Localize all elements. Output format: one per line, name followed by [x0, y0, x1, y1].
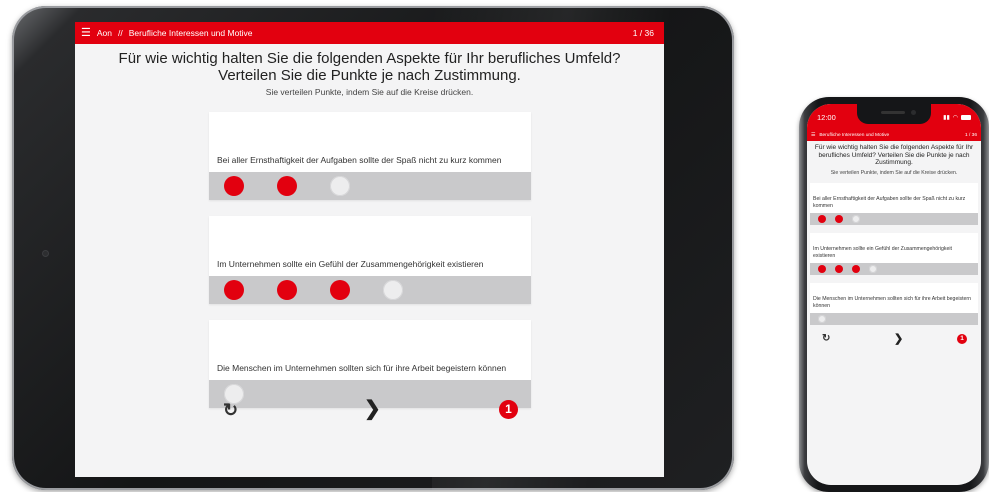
status-time: 12:00 [817, 112, 836, 122]
point-circle-filled[interactable] [818, 264, 826, 273]
points-row [209, 276, 531, 304]
point-circle-empty[interactable] [869, 264, 877, 273]
chevron-right-icon[interactable]: ❯ [894, 332, 903, 345]
tablet-camera [42, 250, 49, 257]
statement-list: Bei aller Ernsthaftigkeit der Aufgaben s… [209, 112, 531, 424]
signal-icon: ▮▮ [943, 114, 950, 121]
statement-card: Bei aller Ernsthaftigkeit der Aufgaben s… [209, 112, 531, 200]
point-circle-filled[interactable] [852, 264, 860, 273]
point-circle-filled[interactable] [224, 176, 244, 196]
navigation-bar: ↻ ❯ 1 [209, 398, 531, 422]
statement-card: Die Menschen im Unternehmen sollten sich… [209, 320, 531, 408]
phone-device: 12:00 ▮▮ ◠ ☰ Berufliche Interessen und M… [799, 97, 989, 492]
refresh-icon[interactable]: ↻ [822, 333, 830, 344]
phone-question-counter: 1 / 36 [964, 133, 977, 138]
statement-card: Bei aller Ernsthaftigkeit der Aufgaben s… [810, 182, 978, 225]
wifi-icon: ◠ [952, 114, 958, 121]
question-title: Für wie wichtig halten Sie die folgenden… [118, 50, 621, 84]
hamburger-icon[interactable]: ☰ [811, 133, 815, 138]
battery-icon [961, 114, 971, 120]
hamburger-icon[interactable]: ☰ [81, 27, 91, 39]
remaining-points-badge: 1 [957, 333, 967, 344]
point-circle-filled[interactable] [224, 280, 244, 300]
statement-card: Die Menschen im Unternehmen sollten sich… [810, 282, 978, 325]
point-circle-filled[interactable] [277, 176, 297, 196]
tablet-device: ☰ Aon // Berufliche Interessen und Motiv… [12, 6, 734, 490]
phone-question-title: Für wie wichtig halten Sie die folgenden… [814, 144, 974, 166]
phone-section-title: Berufliche Interessen und Motive [819, 133, 890, 138]
phone-screen: 12:00 ▮▮ ◠ ☰ Berufliche Interessen und M… [807, 104, 981, 485]
breadcrumb-separator: // [118, 28, 123, 38]
point-circle-filled[interactable] [835, 214, 843, 223]
tablet-screen: ☰ Aon // Berufliche Interessen und Motiv… [75, 22, 664, 477]
points-row [810, 212, 978, 225]
statement-card: Im Unternehmen sollte ein Gefühl der Zus… [209, 216, 531, 304]
point-circle-empty[interactable] [852, 214, 860, 223]
statement-text: Im Unternehmen sollte ein Gefühl der Zus… [217, 259, 484, 269]
refresh-icon[interactable]: ↻ [223, 400, 238, 420]
statement-card: Im Unternehmen sollte ein Gefühl der Zus… [810, 232, 978, 275]
phone-statement-list: Bei aller Ernsthaftigkeit der Aufgaben s… [810, 182, 978, 325]
point-circle-empty[interactable] [818, 314, 826, 323]
points-row [810, 262, 978, 275]
points-row [810, 312, 978, 325]
point-circle-empty[interactable] [383, 280, 403, 300]
point-circle-filled[interactable] [835, 264, 843, 273]
point-circle-filled[interactable] [330, 280, 350, 300]
phone-question-instruction: Sie verteilen Punkte, indem Sie auf die … [830, 169, 958, 176]
statement-text: Bei aller Ernsthaftigkeit der Aufgaben s… [217, 155, 502, 165]
point-circle-empty[interactable] [330, 176, 350, 196]
statement-text: Bei aller Ernsthaftigkeit der Aufgaben s… [813, 195, 966, 209]
section-title: Berufliche Interessen und Motive [128, 28, 253, 38]
remaining-points-badge: 1 [499, 400, 518, 419]
question-instruction: Sie verteilen Punkte, indem Sie auf die … [265, 87, 474, 97]
statement-text: Die Menschen im Unternehmen sollten sich… [217, 363, 507, 373]
chevron-right-icon[interactable]: ❯ [364, 398, 381, 420]
phone-navigation-bar: ↻ ❯ 1 [810, 333, 978, 349]
statement-text: Im Unternehmen sollte ein Gefühl der Zus… [813, 245, 952, 259]
statement-text: Die Menschen im Unternehmen sollten sich… [813, 295, 972, 309]
point-circle-filled[interactable] [277, 280, 297, 300]
brand-label: Aon [96, 28, 112, 38]
device-mockup-stage: ☰ Aon // Berufliche Interessen und Motiv… [0, 0, 989, 492]
phone-notch [857, 104, 931, 124]
points-row [209, 172, 531, 200]
question-counter: 1 / 36 [632, 28, 654, 38]
phone-app-header: ☰ Berufliche Interessen und Motive 1 / 3… [807, 130, 981, 141]
app-header: ☰ Aon // Berufliche Interessen und Motiv… [75, 22, 664, 44]
point-circle-filled[interactable] [818, 214, 826, 223]
